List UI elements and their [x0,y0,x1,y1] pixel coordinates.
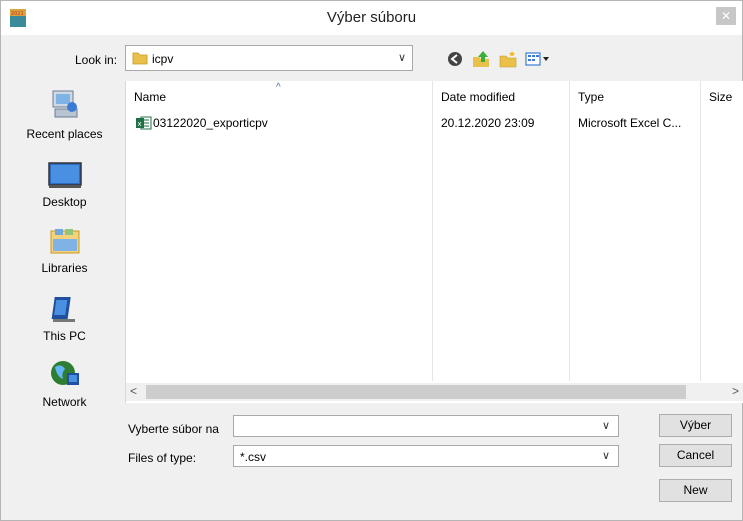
recent-places-icon [52,90,77,118]
file-row[interactable]: x 03122020_exporticpv 20.12.2020 23:09 M… [126,113,743,133]
column-header-date[interactable]: Date modified [433,81,569,109]
filename-label: Vyberte súbor na [128,422,219,436]
file-type: Microsoft Excel C... [578,116,682,130]
folder-icon [132,52,148,65]
libraries-icon [50,229,79,254]
place-label: Network [42,395,87,409]
place-label: This PC [43,329,86,343]
new-button[interactable]: New [659,479,732,502]
look-in-value: icpv [152,52,174,66]
column-header-type[interactable]: Type [570,81,700,109]
scroll-left-icon[interactable]: < [130,384,137,398]
file-list[interactable]: Name ^ Date modified Type Size x 0312202… [125,81,743,403]
back-icon[interactable] [445,49,465,69]
file-name: 03122020_exporticpv [153,116,268,130]
place-this-pc[interactable]: This PC [11,295,118,343]
desktop-icon [47,162,82,188]
close-button[interactable]: ✕ [716,7,736,25]
dialog-title: Výber súboru [326,9,417,26]
place-network[interactable]: Network [11,359,118,409]
place-label: Desktop [42,195,87,209]
file-dialog: 2021 Výber súboru ✕ Look in: icpv ∨ Rece… [0,0,743,521]
place-libraries[interactable]: Libraries [11,227,118,275]
title-bar: 2021 Výber súboru ✕ [1,1,742,35]
cancel-button[interactable]: Cancel [659,444,732,467]
place-label: Recent places [26,127,103,141]
excel-csv-icon: x [136,116,152,130]
scrollbar-thumb[interactable] [146,385,686,399]
file-date-modified: 20.12.2020 23:09 [441,116,535,130]
select-button[interactable]: Výber [659,414,732,437]
filetype-label: Files of type: [128,451,197,465]
filetype-combo[interactable]: *.csv ∨ [233,445,619,467]
column-header-size[interactable]: Size [701,81,743,109]
up-folder-icon[interactable] [471,49,491,69]
network-globe-icon [50,361,79,385]
places-bar: Recent places Desktop Libraries This PC … [11,81,118,411]
horizontal-scrollbar[interactable]: < > [126,383,743,401]
look-in-combo[interactable]: icpv ∨ [125,45,413,71]
column-header-name[interactable]: Name ^ [126,81,432,109]
chevron-down-icon[interactable]: ∨ [602,419,610,432]
sort-ascending-icon: ^ [276,82,281,93]
view-menu-icon[interactable] [524,49,552,69]
scroll-right-icon[interactable]: > [732,384,739,398]
place-recent-places[interactable]: Recent places [11,87,118,141]
place-label: Libraries [41,261,88,275]
filename-combo[interactable]: ∨ [233,415,619,437]
place-desktop[interactable]: Desktop [11,161,118,209]
look-in-label: Look in: [75,53,118,67]
chevron-down-icon[interactable]: ∨ [602,449,610,462]
new-folder-icon[interactable] [498,49,518,69]
computer-icon [51,297,75,322]
chevron-down-icon: ∨ [397,52,406,64]
filetype-value: *.csv [240,450,267,464]
svg-text:x: x [138,120,142,128]
